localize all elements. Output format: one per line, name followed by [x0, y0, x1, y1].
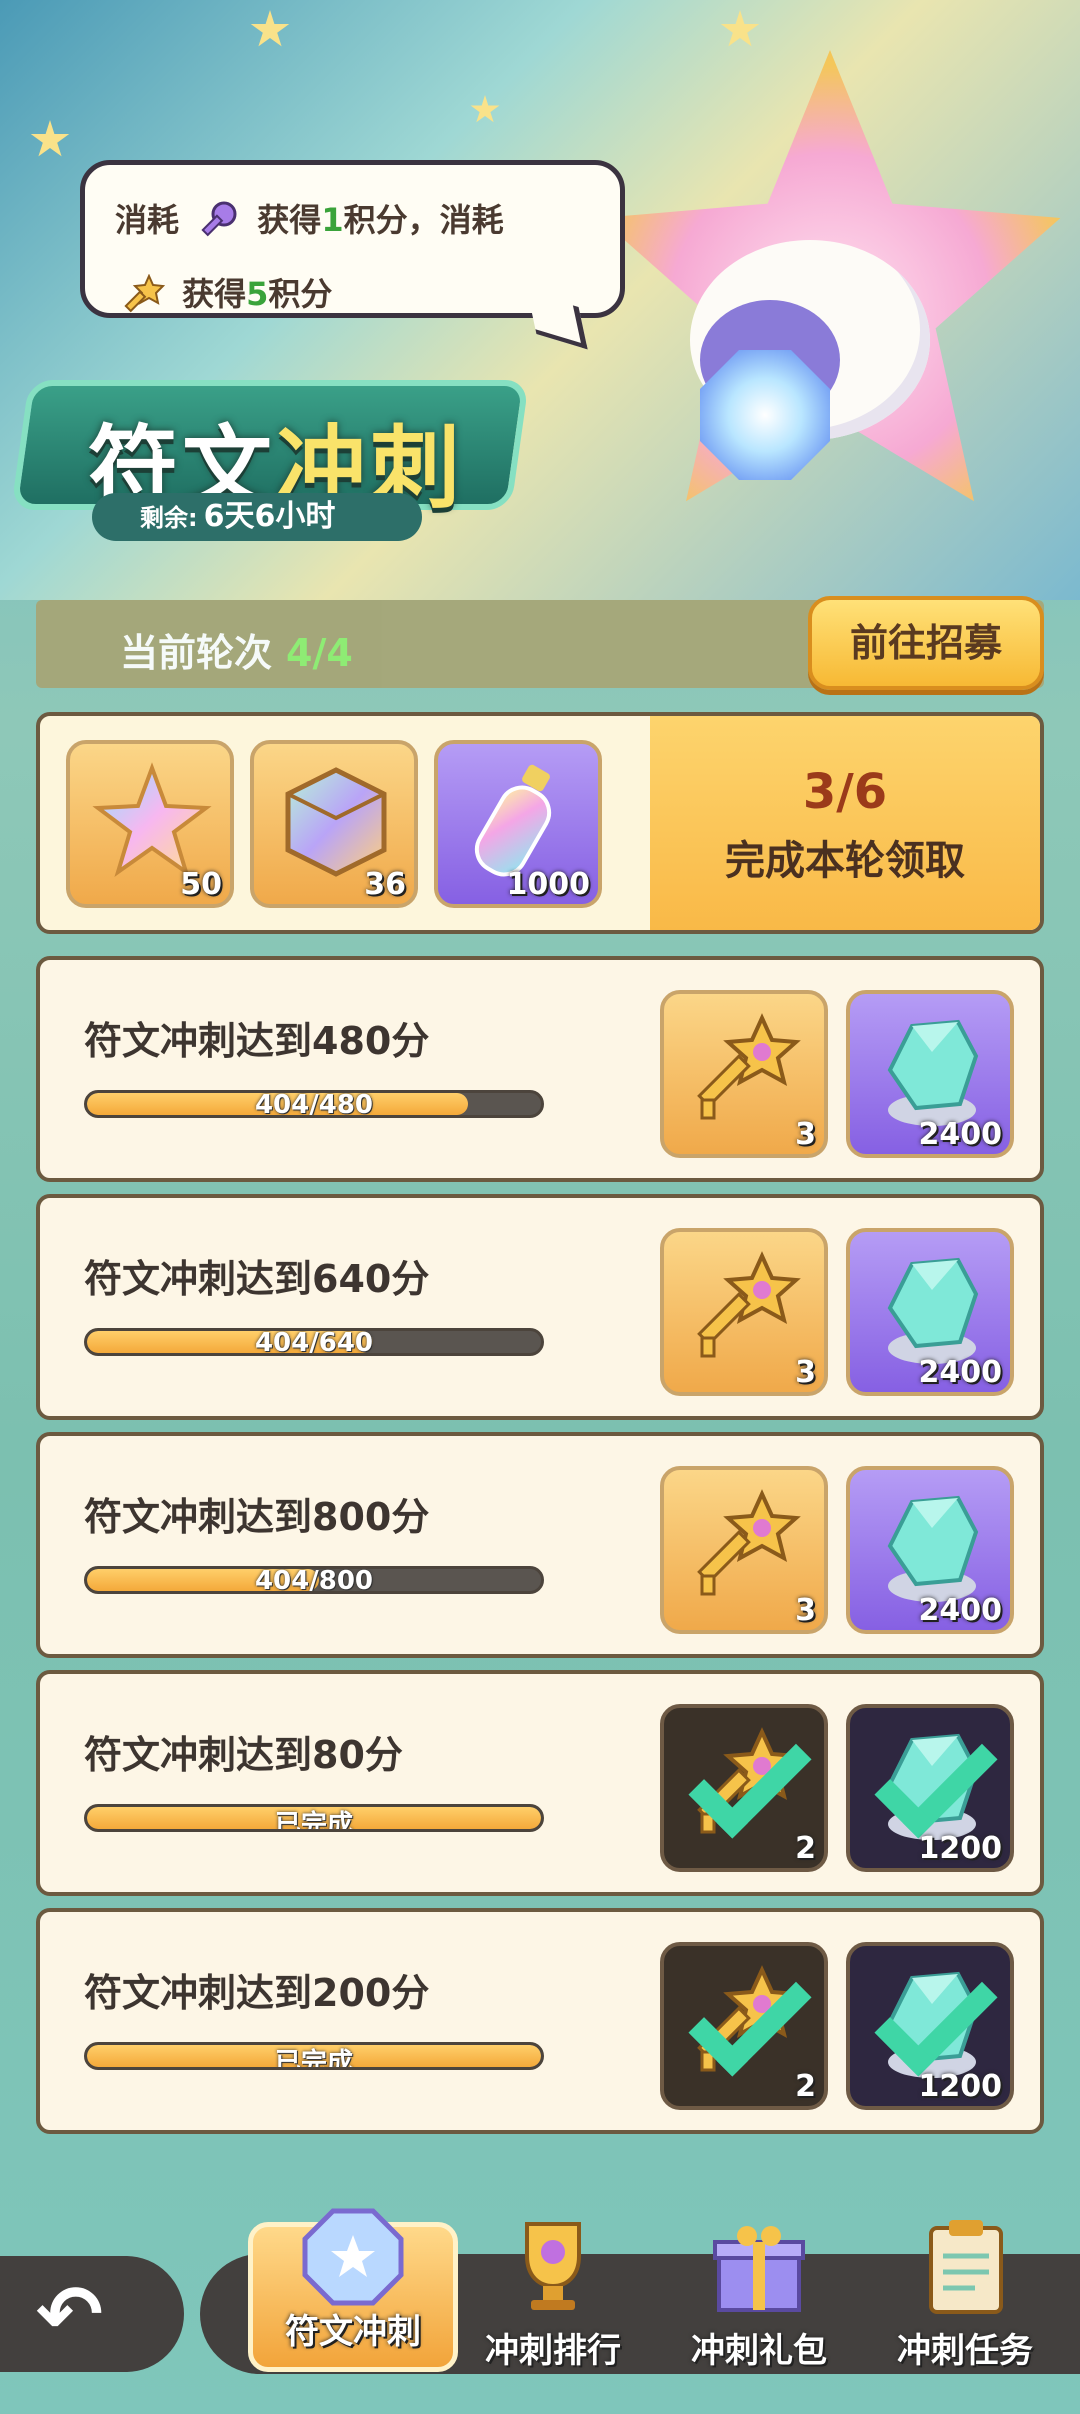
goto-recruit-button[interactable]: 前往招募 — [808, 596, 1044, 690]
crystal-icon — [887, 1257, 979, 1364]
task-reward-item[interactable]: 2400 — [846, 1228, 1014, 1396]
task-reward-item[interactable]: 2 — [660, 1704, 828, 1872]
sheep-mascot — [640, 230, 960, 490]
bottom-nav: ↶ 符文冲刺 冲刺排行 冲刺礼包 冲刺任务 — [0, 2208, 1080, 2386]
task-progress-bar: 已完成 — [84, 1804, 544, 1832]
back-button[interactable]: ↶ — [0, 2256, 184, 2372]
task-name: 符文冲刺达到200分 — [84, 1971, 430, 2015]
task-row: 符文冲刺达到640分 404/640 3 2400 — [36, 1194, 1044, 1420]
round-value: 4/4 — [286, 631, 353, 675]
back-arrow-icon: ↶ — [36, 2268, 104, 2361]
task-row: 符文冲刺达到200分已完成 2 1200 — [36, 1908, 1044, 2134]
task-progress-text: 404/480 — [254, 1090, 374, 1118]
task-reward-item[interactable]: 2400 — [846, 1466, 1014, 1634]
claim-round-reward[interactable]: 3/6 完成本轮领取 — [650, 716, 1040, 930]
task-progress-bar: 404/800 — [84, 1566, 544, 1594]
task-reward-item[interactable]: 1200 — [846, 1704, 1014, 1872]
round-reward-panel: 50 36 1000 3/6 完成本轮领取 — [36, 712, 1044, 934]
remaining-time: 剩余: 6天6小时 — [92, 493, 422, 541]
reward-item[interactable]: 50 — [66, 740, 234, 908]
crystal-icon — [887, 1495, 979, 1602]
tab-rune-sprint[interactable]: 符文冲刺 — [248, 2208, 458, 2372]
reward-item[interactable]: 1000 — [434, 740, 602, 908]
claim-label: 完成本轮领取 — [725, 838, 965, 884]
task-progress-text: 已完成 — [274, 1810, 353, 1832]
purple-key-icon — [201, 201, 237, 237]
task-reward-item[interactable]: 1200 — [846, 1942, 1014, 2110]
task-row: 符文冲刺达到80分已完成 2 1200 — [36, 1670, 1044, 1896]
task-progress-text: 404/800 — [254, 1566, 374, 1594]
crystal-icon — [887, 1019, 979, 1126]
task-reward-item[interactable]: 3 — [660, 1228, 828, 1396]
task-row: 符文冲刺达到800分 404/800 3 2400 — [36, 1432, 1044, 1658]
star-key-icon — [697, 1251, 801, 1358]
task-progress-text: 404/640 — [254, 1328, 374, 1356]
star-decoration — [30, 120, 70, 157]
tab-sprint-task[interactable]: 冲刺任务 — [860, 2220, 1070, 2386]
trophy-icon — [525, 2222, 581, 2310]
task-name: 符文冲刺达到800分 — [84, 1495, 430, 1539]
task-reward-item[interactable]: 2400 — [846, 990, 1014, 1158]
rune-gem-icon — [302, 2208, 404, 2306]
round-reward-progress: 3/6 — [802, 764, 888, 820]
rainbow-star-icon — [92, 762, 212, 877]
task-progress-bar: 已完成 — [84, 2042, 544, 2070]
check-icon — [684, 1976, 794, 2056]
gold-key-icon — [124, 274, 165, 313]
gem-icon — [700, 350, 830, 480]
check-icon — [870, 1738, 980, 1818]
tip-bubble: 消耗 获得1积分，消耗 获得5积分 — [80, 160, 625, 318]
star-decoration — [250, 10, 290, 47]
gift-box-icon — [713, 2226, 805, 2312]
tab-sprint-gift[interactable]: 冲刺礼包 — [654, 2226, 864, 2386]
rainbow-bottle-icon — [474, 764, 552, 877]
task-name: 符文冲刺达到80分 — [84, 1733, 403, 1777]
task-reward-item[interactable]: 2 — [660, 1942, 828, 2110]
tab-sprint-rank[interactable]: 冲刺排行 — [448, 2222, 658, 2386]
task-progress-bar: 404/640 — [84, 1328, 544, 1356]
reward-item[interactable]: 36 — [250, 740, 418, 908]
task-row: 符文冲刺达到480分 404/480 3 2400 — [36, 956, 1044, 1182]
task-reward-item[interactable]: 3 — [660, 1466, 828, 1634]
task-name: 符文冲刺达到480分 — [84, 1019, 430, 1063]
rainbow-cube-icon — [285, 767, 387, 877]
task-reward-item[interactable]: 3 — [660, 990, 828, 1158]
star-key-icon — [697, 1013, 801, 1120]
check-icon — [870, 1976, 980, 2056]
star-decoration — [720, 10, 760, 47]
task-progress-text: 已完成 — [274, 2048, 353, 2070]
task-progress-bar: 404/480 — [84, 1090, 544, 1118]
star-decoration — [470, 95, 500, 123]
task-name: 符文冲刺达到640分 — [84, 1257, 430, 1301]
check-icon — [684, 1738, 794, 1818]
star-key-icon — [697, 1489, 801, 1596]
clipboard-icon — [929, 2220, 1003, 2314]
round-label: 当前轮次 — [120, 631, 273, 675]
